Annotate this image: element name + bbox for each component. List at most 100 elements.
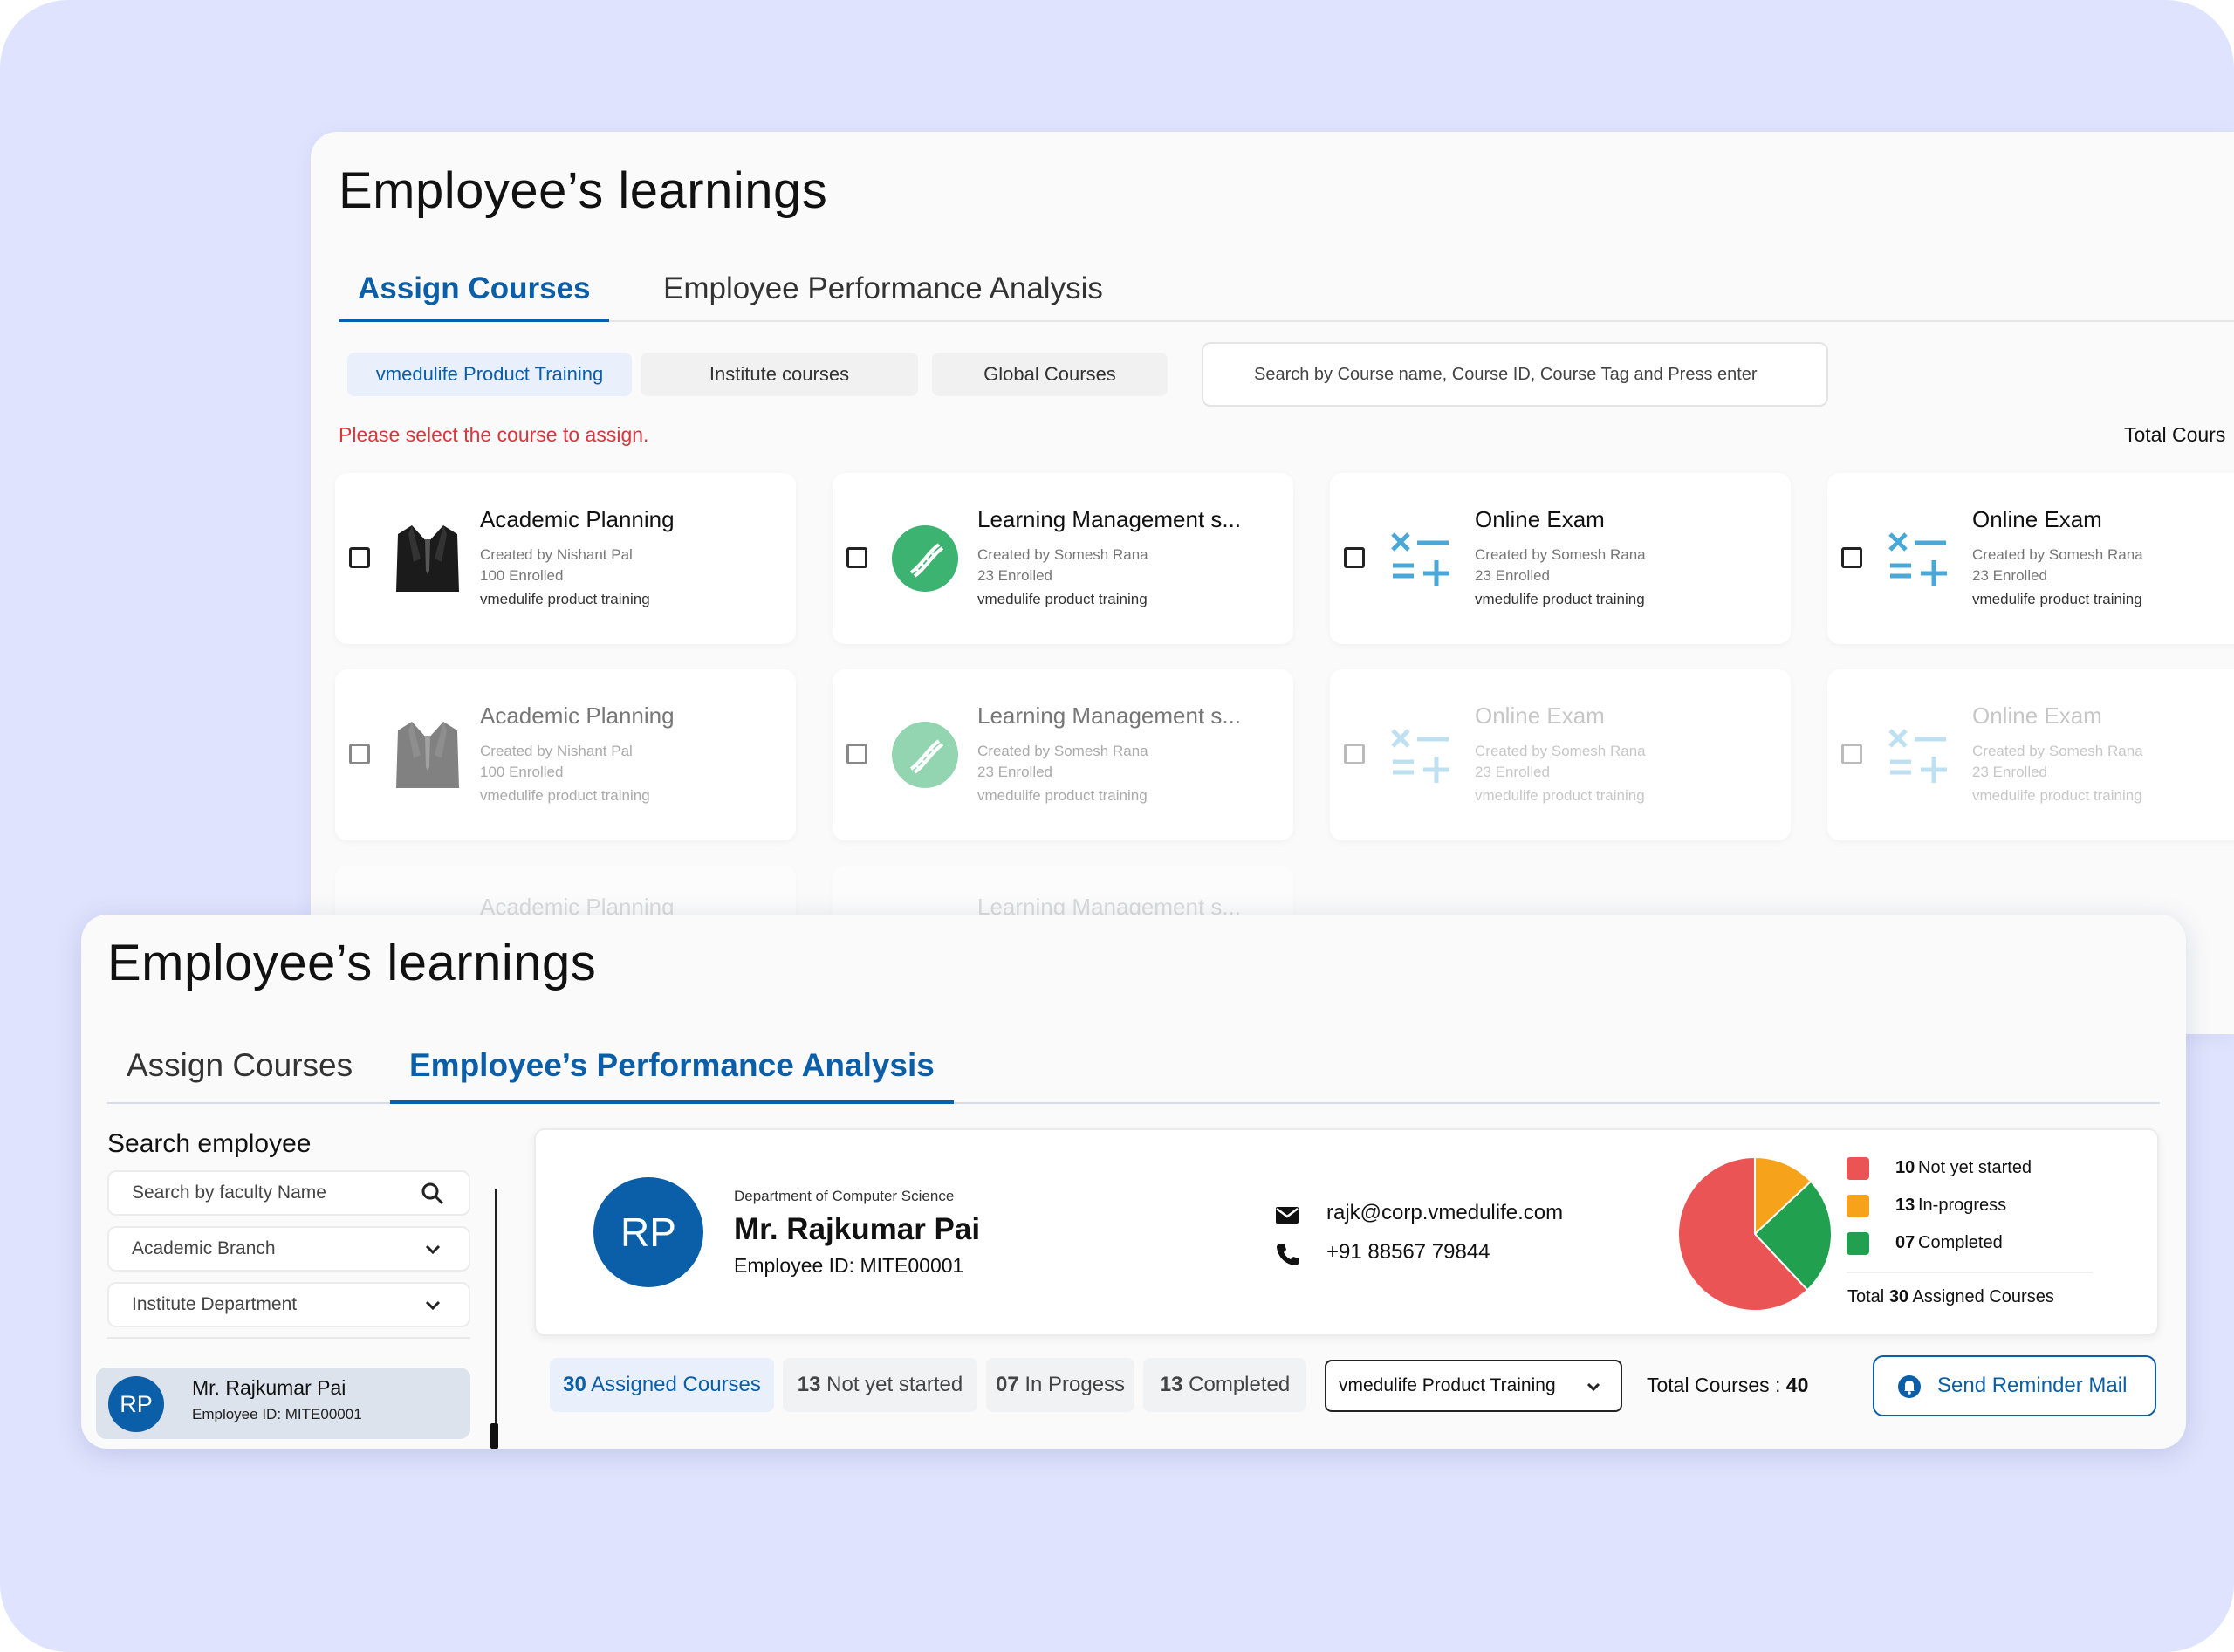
- course-enrolled: 23 Enrolled: [1972, 567, 2048, 584]
- pill-label: Assigned Courses: [591, 1373, 761, 1396]
- course-card[interactable]: Academic Planning Created by Nishant Pal…: [335, 473, 796, 644]
- performance-analysis-panel: Employee’s learnings Assign Courses Empl…: [81, 915, 2186, 1449]
- mail-icon: [1276, 1207, 1299, 1224]
- course-creator: Created by Somesh Rana: [1475, 546, 1646, 563]
- legend-total-suffix: Assigned Courses: [1912, 1287, 2054, 1306]
- course-checkbox[interactable]: [1344, 744, 1365, 764]
- page-title: Employee’s learnings: [107, 935, 597, 991]
- institute-department-value: Institute Department: [132, 1294, 298, 1314]
- pill-count: 13: [1159, 1373, 1183, 1396]
- course-card[interactable]: Online Exam Created by Somesh Rana 23 En…: [1827, 669, 2234, 840]
- pill-count: 07: [995, 1373, 1019, 1396]
- course-status-pie-chart: [1677, 1156, 1833, 1312]
- course-checkbox[interactable]: [1841, 547, 1862, 568]
- course-checkbox[interactable]: [349, 744, 370, 764]
- employee-profile-card: RP Department of Computer Science Mr. Ra…: [534, 1128, 2159, 1336]
- sidebar-divider: [107, 1337, 470, 1339]
- course-checkbox[interactable]: [846, 744, 867, 764]
- assign-courses-panel: Employee’s learnings Assign Courses Empl…: [311, 132, 2234, 1034]
- course-enrolled: 23 Enrolled: [977, 764, 1053, 780]
- pill-count: 30: [563, 1373, 586, 1396]
- total-courses-label: Total Courses :: [1647, 1374, 1781, 1396]
- course-enrolled: 23 Enrolled: [977, 567, 1053, 584]
- course-filter-value: vmedulife Product Training: [1339, 1375, 1556, 1395]
- pill-completed[interactable]: 13 Completed: [1143, 1358, 1306, 1412]
- chip-global-courses[interactable]: Global Courses: [932, 353, 1168, 396]
- avatar: RP: [593, 1177, 703, 1287]
- pill-label: Completed: [1189, 1373, 1291, 1396]
- pill-assigned-courses[interactable]: 30 Assigned Courses: [550, 1358, 774, 1412]
- course-enrolled: 23 Enrolled: [1972, 764, 2048, 780]
- course-name: Learning Management s...: [977, 506, 1242, 532]
- legend-count: 07: [1895, 1233, 1915, 1252]
- course-card[interactable]: Learning Management s... Created by Some…: [833, 669, 1293, 840]
- academic-branch-value: Academic Branch: [132, 1238, 276, 1258]
- legend-swatch: [1847, 1157, 1869, 1180]
- pill-in-progress[interactable]: 07 In Progess: [986, 1358, 1134, 1412]
- course-name: Online Exam: [1475, 506, 1605, 532]
- faculty-search-input[interactable]: Search by faculty Name: [107, 1170, 470, 1216]
- chip-vmedulife-training[interactable]: vmedulife Product Training: [347, 353, 632, 396]
- tab-performance-analysis[interactable]: Employee’s Performance Analysis: [390, 1034, 954, 1104]
- course-meta: Created by Nishant Pal 100 Enrolled: [480, 741, 633, 783]
- tab-performance-analysis[interactable]: Employee Performance Analysis: [644, 263, 1122, 322]
- course-checkbox[interactable]: [1344, 547, 1365, 568]
- employee-list-item[interactable]: RP Mr. Rajkumar Pai Employee ID: MITE000…: [96, 1368, 470, 1439]
- tab-assign-courses[interactable]: Assign Courses: [339, 263, 610, 322]
- course-checkbox[interactable]: [1841, 744, 1862, 764]
- profile-employee-id: Employee ID: MITE00001: [734, 1254, 964, 1277]
- academic-branch-select[interactable]: Academic Branch: [107, 1226, 470, 1272]
- course-checkbox[interactable]: [846, 547, 867, 568]
- math-symbols-icon: [1888, 729, 1947, 783]
- math-symbols-icon: [1391, 532, 1449, 586]
- course-checkbox[interactable]: [349, 547, 370, 568]
- course-card[interactable]: Online Exam Created by Somesh Rana 23 En…: [1330, 473, 1791, 644]
- course-meta: Created by Somesh Rana 23 Enrolled: [1475, 741, 1646, 783]
- suit-icon: [396, 525, 459, 592]
- profile-email[interactable]: rajk@corp.vmedulife.com: [1326, 1201, 1563, 1225]
- course-enrolled: 100 Enrolled: [480, 567, 564, 584]
- course-creator: Created by Somesh Rana: [977, 546, 1148, 563]
- institute-department-select[interactable]: Institute Department: [107, 1282, 470, 1327]
- course-name: Academic Planning: [480, 703, 675, 729]
- course-card[interactable]: Academic Planning Created by Nishant Pal…: [335, 669, 796, 840]
- dna-icon: [892, 525, 958, 592]
- suit-icon: [396, 722, 459, 788]
- course-category: vmedulife product training: [1475, 787, 1645, 804]
- sidebar-scrollbar-thumb[interactable]: [490, 1423, 498, 1449]
- chevron-down-icon: [425, 1244, 441, 1255]
- course-filter-select[interactable]: vmedulife Product Training: [1325, 1360, 1622, 1412]
- legend-count: 13: [1895, 1196, 1915, 1215]
- pill-label: Not yet started: [826, 1373, 963, 1396]
- profile-phone: +91 88567 79844: [1326, 1240, 1490, 1264]
- course-name: Online Exam: [1972, 703, 2102, 729]
- course-name: Online Exam: [1475, 703, 1605, 729]
- course-category: vmedulife product training: [1475, 591, 1645, 607]
- course-card[interactable]: Learning Management s... Created by Some…: [833, 473, 1293, 644]
- course-name: Academic Planning: [480, 506, 675, 532]
- course-category: vmedulife product training: [977, 591, 1148, 607]
- search-employee-label: Search employee: [107, 1129, 312, 1158]
- course-card[interactable]: Online Exam Created by Somesh Rana 23 En…: [1827, 473, 2234, 644]
- dna-icon: [892, 722, 958, 788]
- math-symbols-icon: [1391, 729, 1449, 783]
- faculty-search-placeholder: Search by faculty Name: [132, 1182, 326, 1203]
- course-search-input[interactable]: Search by Course name, Course ID, Course…: [1202, 342, 1828, 407]
- course-card[interactable]: Online Exam Created by Somesh Rana 23 En…: [1330, 669, 1791, 840]
- avatar: RP: [108, 1376, 164, 1432]
- course-creator: Created by Somesh Rana: [1972, 743, 2143, 759]
- send-reminder-button[interactable]: Send Reminder Mail: [1873, 1355, 2156, 1416]
- tab-assign-courses[interactable]: Assign Courses: [107, 1034, 372, 1104]
- legend-label: Not yet started: [1918, 1158, 2032, 1177]
- employee-name: Mr. Rajkumar Pai: [192, 1376, 346, 1399]
- phone-icon: [1277, 1244, 1299, 1265]
- chip-institute-courses[interactable]: Institute courses: [641, 353, 918, 396]
- course-creator: Created by Somesh Rana: [977, 743, 1148, 759]
- search-icon[interactable]: [421, 1182, 444, 1205]
- assign-warning-text: Please select the course to assign.: [339, 423, 649, 446]
- pill-not-yet-started[interactable]: 13 Not yet started: [783, 1358, 977, 1412]
- course-meta: Created by Somesh Rana 23 Enrolled: [1972, 545, 2143, 586]
- legend-total-prefix: Total: [1847, 1287, 1885, 1306]
- sidebar-scrollbar-track: [495, 1189, 497, 1449]
- legend-total: Total 30 Assigned Courses: [1847, 1287, 2054, 1307]
